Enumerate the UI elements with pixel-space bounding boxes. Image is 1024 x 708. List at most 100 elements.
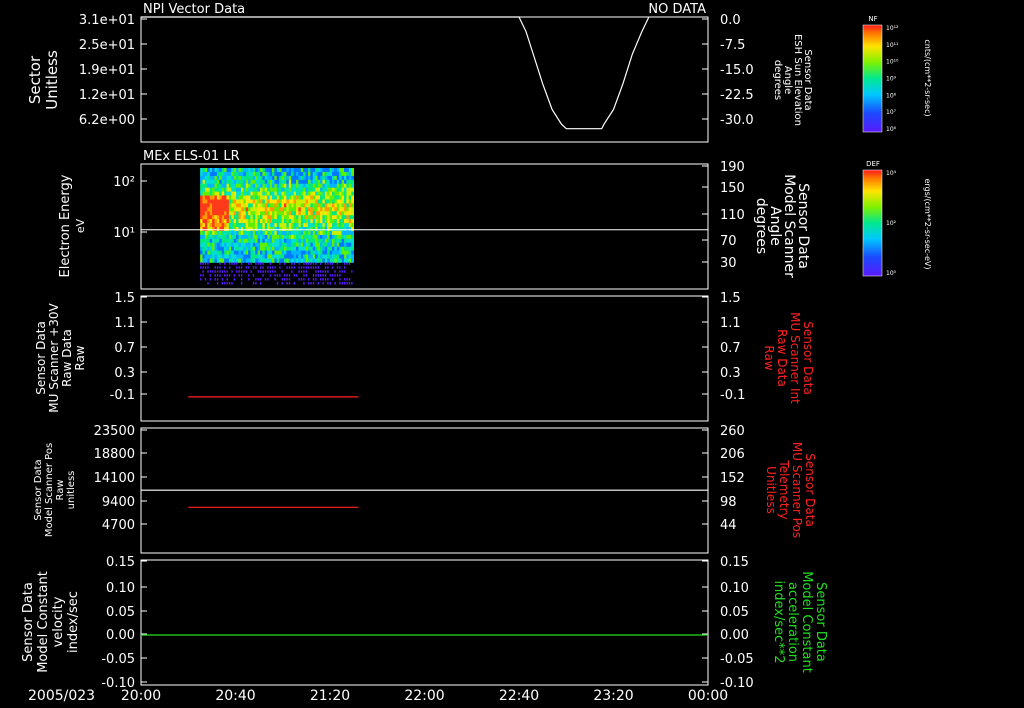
spectrogram-cell bbox=[339, 230, 342, 236]
spectrogram-cell bbox=[224, 183, 227, 188]
spectrogram-cell bbox=[317, 195, 321, 200]
spectrogram-cell bbox=[305, 215, 309, 220]
spectrogram-cell bbox=[257, 254, 261, 259]
spectrogram-cell bbox=[341, 195, 345, 200]
spectrogram-cell bbox=[264, 187, 268, 192]
spectrogram-cell bbox=[240, 219, 244, 224]
spectrogram-cell bbox=[274, 179, 278, 185]
spectrogram-cell bbox=[339, 246, 342, 251]
spectrogram-cell bbox=[252, 175, 256, 181]
spectrogram-cell bbox=[224, 207, 227, 212]
spectrogram-cell bbox=[233, 203, 237, 208]
spectrogram-cell bbox=[291, 242, 294, 247]
spectrogram-cell bbox=[243, 242, 247, 247]
spectrogram-cell bbox=[312, 274, 315, 277]
spectrogram-cell bbox=[233, 223, 237, 228]
spectrogram-cell bbox=[293, 262, 295, 265]
spectrogram-cell bbox=[348, 211, 352, 216]
spectrogram-cell bbox=[267, 270, 269, 273]
left-tick-label: 1.1 bbox=[114, 316, 135, 331]
left-tick-label: -0.1 bbox=[110, 388, 135, 403]
spectrogram-cell bbox=[279, 183, 282, 188]
spectrogram-cell bbox=[291, 219, 294, 224]
spectrogram-cell bbox=[310, 246, 314, 251]
spectrogram-cell bbox=[231, 282, 233, 285]
spectrogram-cell bbox=[334, 219, 338, 224]
spectrogram-cell bbox=[262, 203, 266, 208]
spectrogram-cell bbox=[204, 168, 208, 173]
spectrogram-cell bbox=[315, 278, 317, 281]
spectrogram-cell bbox=[286, 195, 290, 200]
panel-1-ylabel-right-4: degrees bbox=[772, 60, 783, 100]
spectrogram-cell bbox=[231, 219, 235, 224]
spectrogram-cell bbox=[312, 278, 315, 281]
spectrogram-cell bbox=[219, 179, 223, 185]
spectrogram-cell bbox=[291, 187, 294, 192]
spectrogram-cell bbox=[329, 250, 333, 255]
spectrogram-cell bbox=[334, 270, 336, 273]
panel-3-ylabel-right-1: Sensor Data bbox=[801, 321, 815, 395]
spectrogram-cell bbox=[351, 207, 354, 212]
spectrogram-cell bbox=[236, 179, 239, 185]
spectrogram-cell bbox=[320, 203, 323, 208]
spectrogram-cell bbox=[231, 199, 235, 204]
spectrogram-cell bbox=[226, 219, 230, 224]
spectrogram-cell bbox=[228, 250, 232, 255]
spectrogram-cell bbox=[272, 266, 274, 269]
spectrogram-cell bbox=[315, 207, 318, 212]
spectrogram-cell bbox=[351, 168, 354, 173]
spectrogram-cell bbox=[257, 258, 261, 263]
spectrogram-cell bbox=[305, 242, 309, 247]
spectrogram-cell bbox=[252, 258, 256, 263]
spectrogram-cell bbox=[262, 270, 264, 273]
spectrogram-cell bbox=[344, 282, 346, 285]
spectrogram-cell bbox=[238, 207, 242, 212]
spectrogram-cell bbox=[238, 230, 242, 236]
spectrogram-cell bbox=[233, 262, 236, 265]
spectrogram-cell bbox=[332, 179, 335, 185]
panel-5-ylabel-left-4: index/sec bbox=[66, 591, 81, 653]
spectrogram-cell bbox=[243, 211, 247, 216]
spectrogram-cell bbox=[296, 203, 299, 208]
spectrogram-cell bbox=[243, 183, 247, 188]
spectrogram-cell bbox=[312, 219, 316, 224]
spectrogram-cell bbox=[267, 175, 270, 181]
spectrogram-cell bbox=[332, 242, 335, 247]
spectrogram-cell bbox=[327, 227, 330, 232]
spectrogram-cell bbox=[298, 187, 302, 192]
spectrogram-cell bbox=[300, 219, 304, 224]
spectrogram-cell bbox=[322, 211, 326, 216]
spectrogram-cell bbox=[233, 250, 237, 255]
spectrogram-cell bbox=[351, 230, 354, 236]
spectrogram-cell bbox=[336, 175, 340, 181]
spectrogram-cell bbox=[322, 168, 326, 173]
spectrogram-cell bbox=[212, 227, 215, 232]
spectrogram-cell bbox=[284, 219, 287, 224]
spectrogram-cell bbox=[284, 258, 287, 263]
spectrogram-cell bbox=[329, 207, 333, 212]
spectrogram-cell bbox=[202, 207, 206, 212]
spectrogram-cell bbox=[226, 282, 228, 285]
spectrogram-cell bbox=[238, 274, 240, 277]
spectrogram-cell bbox=[300, 211, 304, 216]
spectrogram-cell bbox=[221, 278, 224, 281]
spectrogram-cell bbox=[344, 195, 347, 200]
spectrogram-cell bbox=[236, 262, 238, 265]
spectrogram-cell bbox=[312, 175, 316, 181]
spectrogram-cell bbox=[221, 187, 225, 192]
spectrogram-cell bbox=[255, 258, 258, 263]
spectrogram-cell bbox=[257, 179, 261, 185]
spectrogram-cell bbox=[226, 278, 228, 281]
spectrogram-cell bbox=[351, 191, 354, 196]
spectrogram-cell bbox=[351, 282, 353, 285]
spectrogram-cell bbox=[200, 215, 203, 220]
spectrogram-cell bbox=[298, 266, 300, 269]
spectrogram-cell bbox=[336, 246, 340, 251]
spectrogram-cell bbox=[269, 191, 273, 196]
spectrogram-cell bbox=[300, 207, 304, 212]
spectrogram-cell bbox=[293, 230, 297, 236]
right-tick-label: 206 bbox=[720, 447, 745, 462]
spectrogram-cell bbox=[279, 230, 282, 236]
spectrogram-cell bbox=[224, 258, 227, 263]
spectrogram-cell bbox=[233, 258, 237, 263]
